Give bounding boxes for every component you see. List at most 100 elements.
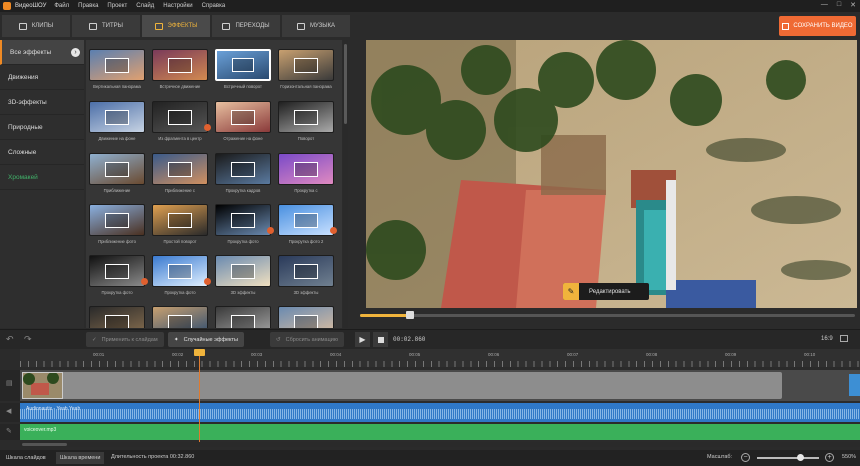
effect-card[interactable]: Прокрутка фото [215,204,274,244]
random-effects-button[interactable]: ✦ Случайные эффекты [168,332,244,347]
effect-card[interactable]: Встречный поворот [215,49,271,89]
effect-caption: Горизонтальная панорама [280,84,332,89]
tab-effects[interactable]: ЭФФЕКТЫ [142,15,210,37]
effect-card[interactable]: Прокрутка фото [152,255,211,295]
stop-button[interactable] [373,332,388,347]
effect-thumbnail [89,101,145,133]
playhead-handle[interactable] [194,349,205,356]
effect-card[interactable]: Прокрутка фото [89,255,148,295]
sidebar-item-chromakey[interactable]: Хромакей [0,165,84,190]
tab-titles[interactable]: ТИТРЫ [72,15,140,37]
redo-icon[interactable]: ↷ [24,334,32,345]
menu-file[interactable]: Файл [54,3,69,9]
minimize-icon[interactable]: — [821,1,828,9]
effect-frame [231,212,255,228]
video-preview[interactable] [366,40,857,308]
speaker-icon[interactable]: ◀ [6,407,11,415]
sidebar-item-complex[interactable]: Сложные [0,140,84,165]
preview-progress-bar[interactable] [360,311,855,319]
close-icon[interactable]: ✕ [850,1,856,9]
maximize-icon[interactable]: □ [837,1,841,9]
ruler-tick-label: 00:09 [725,352,737,357]
effect-card[interactable]: 3D эффекты [215,255,271,295]
progress-handle[interactable] [405,311,414,319]
effect-card[interactable]: Из фрагмента в центр [152,101,211,141]
effect-card[interactable] [89,306,145,328]
apply-to-slides-button[interactable]: ✓ Применить к слайдам [86,332,164,347]
effect-frame [168,109,192,125]
audio-track[interactable]: Audionautix - Yeah Yeah [20,403,860,422]
effect-frame [168,263,192,279]
save-video-button[interactable]: СОХРАНИТЬ ВИДЕО [779,16,856,36]
menu-help[interactable]: Справка [202,3,226,9]
timeline-playhead[interactable] [199,349,200,442]
effect-thumbnail [278,306,334,328]
zoom-slider[interactable] [757,457,819,459]
fullscreen-icon[interactable] [840,335,848,342]
effect-card[interactable]: Горизонтальная панорама [278,49,334,89]
tab-clips[interactable]: КЛИПЫ [2,15,70,37]
effect-card[interactable] [152,306,208,328]
sidebar-item-motion[interactable]: Движения [0,65,84,90]
effect-card[interactable]: Прокрутка кадров [215,153,271,193]
effect-card[interactable]: Встречное движение [152,49,208,89]
effect-card[interactable] [278,306,334,328]
effect-caption: Прокрутка фото 2 [288,239,324,244]
slides-scale-tab[interactable]: Шкала слайдов [2,452,50,464]
play-button[interactable]: ▶ [355,332,370,347]
zoom-in-icon[interactable]: + [825,453,834,462]
zoom-slider-handle[interactable] [797,454,805,461]
effect-card[interactable]: Простой поворот [152,204,208,244]
tab-transitions[interactable]: ПЕРЕХОДЫ [212,15,280,37]
effect-card[interactable]: 3D эффекты [278,255,334,295]
effect-card[interactable]: Прокрутка фото 2 [278,204,337,244]
clip-thumbnail[interactable] [22,372,63,399]
voiceover-track[interactable]: voiceover.mp3 [20,424,860,440]
effect-card[interactable]: Приближение с [152,153,208,193]
zoom-out-icon[interactable]: − [741,453,750,462]
music-icon [296,22,305,30]
audio-track-label: Audionautix - Yeah Yeah [26,406,81,412]
timeline-scale-tab[interactable]: Шкала времени [56,452,105,464]
scrollbar-thumb[interactable] [22,443,67,446]
effect-caption: Встречное движение [159,84,201,89]
menu-slide[interactable]: Слайд [136,3,154,9]
sidebar-item-all-effects[interactable]: Все эффекты › [0,40,84,65]
progress-fill [360,314,410,317]
undo-icon[interactable]: ↶ [6,334,14,345]
effect-frame [231,263,255,279]
aspect-ratio-select[interactable]: 16:9 [821,336,833,342]
effect-card[interactable] [215,306,271,328]
ruler-tick-label: 00:10 [804,352,816,357]
effect-frame [294,212,318,228]
scrollbar-thumb[interactable] [344,44,347,124]
premium-badge-icon [330,227,337,234]
reset-icon: ↺ [276,336,281,343]
effects-scrollbar[interactable] [343,40,348,328]
menu-settings[interactable]: Настройки [163,3,192,9]
effect-thumbnail [152,306,208,328]
video-clip[interactable] [22,372,782,399]
main-tabs: КЛИПЫ ТИТРЫ ЭФФЕКТЫ ПЕРЕХОДЫ МУЗЫКА [0,15,350,37]
effect-card[interactable]: Прокрутка с [278,153,334,193]
tab-label: ЭФФЕКТЫ [167,23,198,29]
effect-card[interactable]: Приближение [89,153,145,193]
effect-caption: Приближение с [164,188,196,193]
effect-card[interactable]: Приближение фото [89,204,145,244]
timeline-ruler[interactable]: 00:01 00:02 00:03 00:04 00:05 00:06 00:07 00:08… [20,349,860,367]
effect-card[interactable]: Поворот [278,101,334,141]
menu-edit[interactable]: Правка [78,3,98,9]
next-clip-marker[interactable] [849,374,860,396]
sidebar-item-nature[interactable]: Природные [0,115,84,140]
effect-frame [231,161,255,177]
reset-animation-button[interactable]: ↺ Сбросить анимацию [270,332,344,347]
edit-button[interactable]: ✎ Редактировать [563,283,649,300]
effect-card[interactable]: Отражение на фоне [215,101,271,141]
sidebar-item-3d-effects[interactable]: 3D-эффекты [0,90,84,115]
effect-card[interactable]: Вертикальная панорама [89,49,145,89]
microphone-icon[interactable]: ✎ [6,427,12,435]
effect-card[interactable]: Движение на фоне [89,101,145,141]
menu-project[interactable]: Проект [107,3,127,9]
tab-music[interactable]: МУЗЫКА [282,15,350,37]
timeline-scrollbar[interactable] [20,442,860,447]
